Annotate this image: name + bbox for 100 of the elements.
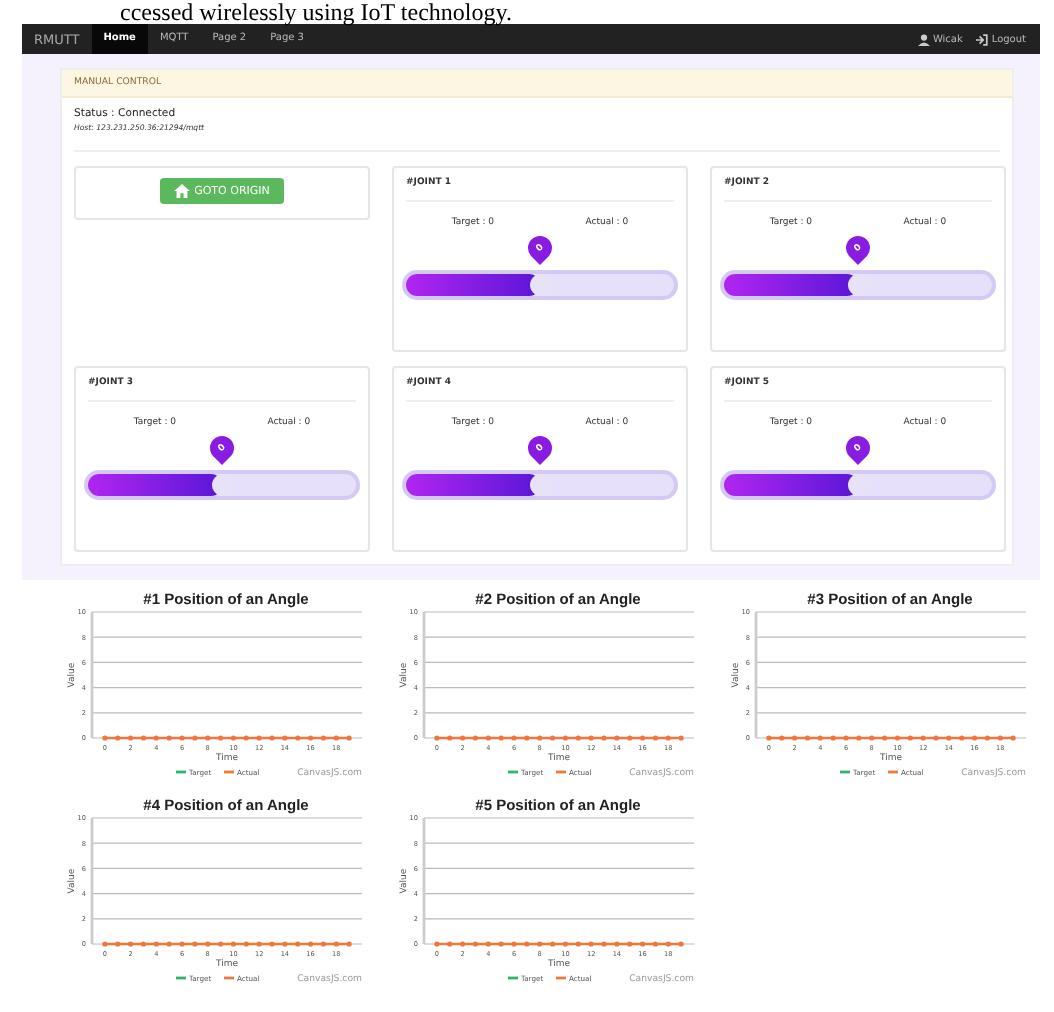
data-point [652, 941, 659, 947]
data-point [269, 941, 275, 947]
data-point [779, 735, 785, 741]
data-point [333, 735, 339, 741]
data-point [217, 941, 224, 947]
data-point [907, 735, 913, 741]
data-point [562, 941, 569, 947]
data-point [205, 735, 211, 741]
data-point [549, 735, 556, 741]
data-point [153, 735, 159, 741]
data-point [678, 735, 684, 741]
data-point [127, 735, 134, 741]
data-point [627, 735, 633, 741]
data-point [652, 735, 659, 741]
data-point [511, 941, 517, 947]
data-point [881, 735, 888, 741]
data-point [256, 941, 262, 947]
data-point [166, 941, 172, 947]
data-point [665, 941, 671, 947]
data-point [601, 941, 607, 947]
data-point [102, 735, 108, 741]
data-point [1010, 735, 1016, 741]
data-point [498, 735, 504, 741]
data-point [537, 941, 543, 947]
data-point [511, 735, 517, 741]
data-point [766, 735, 772, 741]
data-point [102, 941, 108, 947]
data-point [601, 735, 607, 741]
data-point [524, 735, 530, 741]
data-point [333, 941, 339, 947]
data-point [230, 735, 237, 741]
data-point [179, 941, 185, 947]
data-point [562, 735, 569, 741]
data-point [447, 735, 453, 741]
data-point [588, 735, 594, 741]
data-point [537, 735, 543, 741]
data-point [140, 735, 147, 741]
data-point [575, 735, 581, 741]
data-point [588, 941, 594, 947]
caption-text: ccessed wirelessly using IoT technology. [118, 0, 514, 24]
data-point [434, 941, 440, 947]
data-point [856, 735, 862, 741]
data-point [946, 735, 952, 741]
data-point [217, 735, 224, 741]
data-point [933, 735, 939, 741]
home-icon [174, 184, 191, 198]
data-point [192, 735, 198, 741]
data-point [678, 941, 684, 947]
data-point [804, 735, 811, 741]
data-point [179, 735, 185, 741]
data-point [192, 941, 198, 947]
data-point [997, 735, 1003, 741]
data-point [205, 941, 211, 947]
data-point [127, 941, 134, 947]
data-point [869, 735, 875, 741]
data-point [830, 735, 836, 741]
data-point [153, 941, 159, 947]
data-point [320, 941, 327, 947]
data-point [485, 735, 491, 741]
data-point [459, 735, 466, 741]
data-point [243, 941, 249, 947]
data-point [614, 735, 620, 741]
data-point [307, 941, 314, 947]
data-point [498, 941, 504, 947]
data-point [115, 941, 121, 947]
data-point [971, 735, 978, 741]
data-point [472, 735, 479, 741]
data-point [115, 735, 121, 741]
data-point [639, 735, 646, 741]
data-point [243, 735, 249, 741]
data-point [230, 941, 237, 947]
data-point [459, 941, 466, 947]
logout-icon [976, 33, 989, 45]
user-icon [917, 33, 930, 45]
data-point [485, 941, 491, 947]
data-point [256, 735, 262, 741]
data-point [524, 941, 530, 947]
data-point [434, 735, 440, 741]
data-point [447, 941, 453, 947]
data-point [920, 735, 926, 741]
data-point [665, 735, 671, 741]
data-point [817, 735, 823, 741]
data-point [295, 735, 301, 741]
data-point [140, 941, 147, 947]
data-point [575, 941, 581, 947]
data-point [627, 941, 633, 947]
data-point [472, 941, 479, 947]
data-point [959, 735, 965, 741]
data-point [320, 735, 327, 741]
data-point [639, 941, 646, 947]
data-point [984, 735, 991, 741]
data-point [295, 941, 301, 947]
data-point [269, 735, 275, 741]
data-point [843, 735, 849, 741]
data-point [549, 941, 556, 947]
data-point [307, 735, 314, 741]
data-point [282, 941, 288, 947]
data-point [166, 735, 172, 741]
data-point [614, 941, 620, 947]
data-point [346, 735, 352, 741]
